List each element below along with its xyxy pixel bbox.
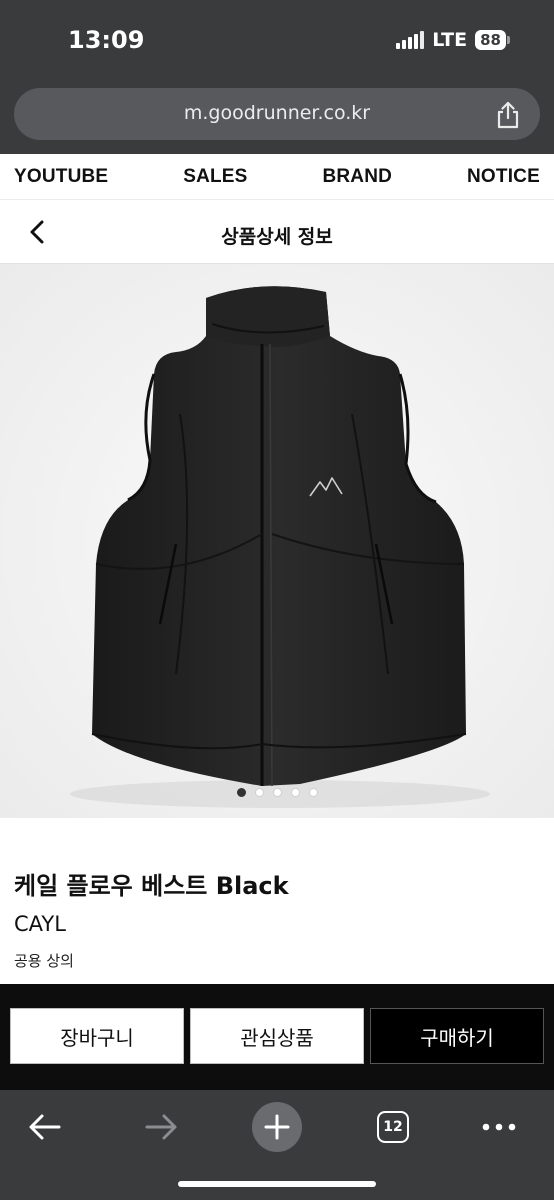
status-and-url-chrome: 13:09 LTE 88 m.goodrunner.co.kr bbox=[0, 0, 554, 154]
carousel-dot[interactable] bbox=[308, 788, 318, 797]
nav-sales[interactable]: SALES bbox=[183, 166, 247, 188]
purchase-action-bar: 장바구니 관심상품 구매하기 bbox=[0, 984, 554, 1090]
home-indicator[interactable] bbox=[178, 1181, 376, 1187]
address-bar[interactable]: m.goodrunner.co.kr bbox=[14, 88, 540, 140]
tab-count: 12 bbox=[377, 1111, 409, 1143]
top-nav: YOUTUBE SALES BRAND NOTICE bbox=[0, 154, 554, 200]
wishlist-button[interactable]: 관심상품 bbox=[190, 1008, 364, 1064]
nav-notice[interactable]: NOTICE bbox=[467, 166, 540, 188]
vest-image bbox=[0, 264, 554, 818]
page-header: 상품상세 정보 bbox=[0, 200, 554, 264]
new-tab-button[interactable] bbox=[252, 1102, 302, 1152]
carousel-dot[interactable] bbox=[254, 788, 264, 797]
tabs-icon[interactable]: 12 bbox=[368, 1102, 418, 1152]
product-brand: CAYL bbox=[14, 912, 66, 936]
more-icon[interactable] bbox=[474, 1102, 524, 1152]
forward-arrow-icon[interactable] bbox=[136, 1102, 186, 1152]
status-time: 13:09 bbox=[68, 26, 145, 54]
nav-youtube[interactable]: YOUTUBE bbox=[14, 166, 108, 188]
url-text[interactable]: m.goodrunner.co.kr bbox=[14, 102, 540, 124]
cart-button[interactable]: 장바구니 bbox=[10, 1008, 184, 1064]
product-category: 공용 상의 bbox=[14, 952, 74, 970]
product-name: 케일 플로우 베스트 Black bbox=[14, 872, 289, 900]
battery-icon: 88 bbox=[475, 30, 510, 50]
status-indicators: LTE 88 bbox=[396, 29, 510, 51]
network-label: LTE bbox=[432, 29, 468, 51]
battery-level: 88 bbox=[475, 30, 506, 50]
carousel-dot[interactable] bbox=[236, 788, 246, 797]
signal-icon bbox=[396, 31, 425, 49]
product-image[interactable] bbox=[0, 264, 554, 818]
back-arrow-icon[interactable] bbox=[20, 1102, 70, 1152]
carousel-indicator bbox=[0, 788, 554, 797]
plus-icon bbox=[252, 1102, 302, 1152]
page-title: 상품상세 정보 bbox=[221, 226, 333, 248]
carousel-dot[interactable] bbox=[272, 788, 282, 797]
share-icon[interactable] bbox=[494, 100, 522, 130]
buy-button[interactable]: 구매하기 bbox=[370, 1008, 544, 1064]
carousel-dot[interactable] bbox=[290, 788, 300, 797]
nav-brand[interactable]: BRAND bbox=[322, 166, 392, 188]
browser-toolbar: 12 bbox=[0, 1090, 554, 1200]
product-info: 케일 플로우 베스트 Black CAYL 공용 상의 bbox=[0, 818, 554, 984]
